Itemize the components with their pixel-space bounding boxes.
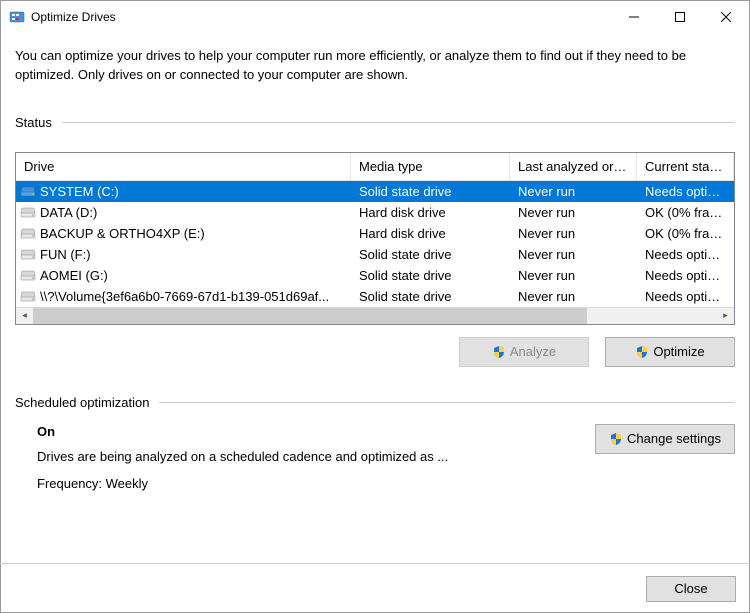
table-row[interactable]: DATA (D:)Hard disk driveNever runOK (0% …	[16, 202, 734, 223]
maximize-button[interactable]	[657, 1, 703, 33]
close-button[interactable]	[703, 1, 749, 33]
col-drive[interactable]: Drive	[16, 153, 351, 180]
optimize-label: Optimize	[653, 344, 704, 359]
drive-media: Hard disk drive	[351, 226, 510, 241]
close-label: Close	[674, 581, 707, 596]
drive-name: AOMEI (G:)	[40, 268, 351, 283]
table-row[interactable]: BACKUP & ORTHO4XP (E:)Hard disk driveNev…	[16, 223, 734, 244]
sched-status: On	[37, 424, 595, 439]
drive-status: Needs optimiza	[637, 268, 734, 283]
drive-media: Solid state drive	[351, 247, 510, 262]
table-row[interactable]: \\?\Volume{3ef6a6b0-7669-67d1-b139-051d6…	[16, 286, 734, 307]
drive-last-run: Never run	[510, 247, 637, 262]
scroll-track[interactable]	[587, 308, 717, 324]
sched-section-label: Scheduled optimization	[15, 395, 735, 410]
table-row[interactable]: FUN (F:)Solid state driveNever runNeeds …	[16, 244, 734, 265]
divider	[159, 402, 735, 403]
drive-status: OK (0% fragmen	[637, 226, 734, 241]
shield-icon	[635, 345, 649, 359]
drive-icon	[20, 225, 36, 241]
drive-icon	[20, 267, 36, 283]
defrag-app-icon	[9, 9, 25, 25]
drive-icon	[20, 246, 36, 262]
drive-name: SYSTEM (C:)	[40, 184, 351, 199]
drive-last-run: Never run	[510, 226, 637, 241]
drive-status: OK (0% fragmen	[637, 205, 734, 220]
scroll-right-arrow[interactable]: ▸	[717, 308, 734, 324]
close-dialog-button[interactable]: Close	[646, 576, 736, 602]
drive-name: DATA (D:)	[40, 205, 351, 220]
minimize-button[interactable]	[611, 1, 657, 33]
drive-media: Solid state drive	[351, 268, 510, 283]
sched-label-text: Scheduled optimization	[15, 395, 149, 410]
change-settings-label: Change settings	[627, 431, 721, 446]
divider	[62, 122, 735, 123]
drive-last-run: Never run	[510, 268, 637, 283]
drive-media: Solid state drive	[351, 289, 510, 304]
analyze-label: Analyze	[510, 344, 556, 359]
sched-description: Drives are being analyzed on a scheduled…	[37, 449, 595, 464]
col-media[interactable]: Media type	[351, 153, 510, 180]
drive-status: Needs optimiza	[637, 289, 734, 304]
optimize-button[interactable]: Optimize	[605, 337, 735, 367]
table-body: SYSTEM (C:)Solid state driveNever runNee…	[16, 181, 734, 307]
status-section-label: Status	[15, 115, 735, 130]
change-settings-button[interactable]: Change settings	[595, 424, 735, 454]
drive-name: \\?\Volume{3ef6a6b0-7669-67d1-b139-051d6…	[40, 289, 351, 304]
drive-status: Needs optimiza	[637, 247, 734, 262]
table-row[interactable]: SYSTEM (C:)Solid state driveNever runNee…	[16, 181, 734, 202]
shield-icon	[609, 432, 623, 446]
table-header: Drive Media type Last analyzed or o... C…	[16, 153, 734, 181]
drives-table: Drive Media type Last analyzed or o... C…	[15, 152, 735, 325]
col-last[interactable]: Last analyzed or o...	[510, 153, 637, 180]
window-title: Optimize Drives	[31, 10, 611, 24]
drive-icon	[20, 204, 36, 220]
drive-status: Needs optimiza	[637, 184, 734, 199]
sched-frequency: Frequency: Weekly	[37, 476, 595, 491]
drive-last-run: Never run	[510, 205, 637, 220]
analyze-button: Analyze	[459, 337, 589, 367]
shield-icon	[492, 345, 506, 359]
status-label-text: Status	[15, 115, 52, 130]
drive-media: Hard disk drive	[351, 205, 510, 220]
table-row[interactable]: AOMEI (G:)Solid state driveNever runNeed…	[16, 265, 734, 286]
drive-last-run: Never run	[510, 289, 637, 304]
drive-name: BACKUP & ORTHO4XP (E:)	[40, 226, 351, 241]
intro-text: You can optimize your drives to help you…	[15, 47, 735, 85]
titlebar[interactable]: Optimize Drives	[1, 1, 749, 33]
drive-media: Solid state drive	[351, 184, 510, 199]
drive-name: FUN (F:)	[40, 247, 351, 262]
col-status[interactable]: Current status	[637, 153, 734, 180]
scroll-left-arrow[interactable]: ◂	[16, 308, 33, 324]
horizontal-scrollbar[interactable]: ◂ ▸	[16, 307, 734, 324]
drive-icon	[20, 288, 36, 304]
dialog-footer: Close	[0, 563, 750, 613]
drive-icon	[20, 183, 36, 199]
scroll-thumb[interactable]	[33, 308, 587, 324]
drive-last-run: Never run	[510, 184, 637, 199]
